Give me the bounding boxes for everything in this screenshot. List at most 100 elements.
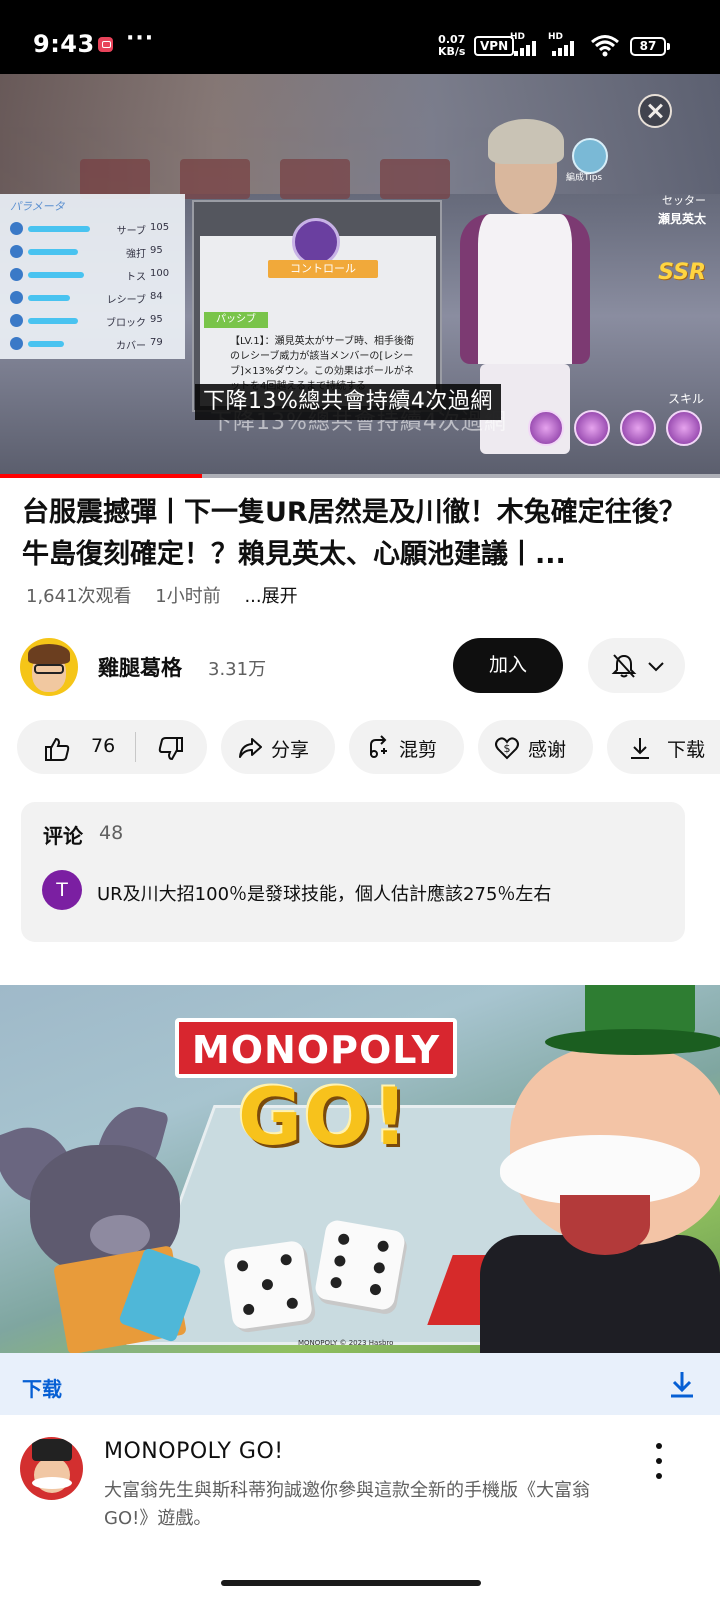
stat-icon xyxy=(10,222,23,235)
stat-row: ブロック 95 xyxy=(10,312,180,330)
tips-icon xyxy=(572,138,608,174)
download-icon xyxy=(671,1372,693,1398)
action-bar: 76 分享 混剪 $ 感谢 下载 xyxy=(0,718,720,776)
video-player[interactable]: パラメータ サーブ 105 強打 95 トス 100 レシーブ 84 ブロック 95 カバー 79 パ… xyxy=(0,74,720,478)
remix-icon xyxy=(370,735,387,758)
stat-bar xyxy=(28,249,78,255)
expand-description-link[interactable]: ...展开 xyxy=(244,586,297,607)
battery-icon: 87 xyxy=(630,37,670,56)
ad-banner-image[interactable]: MONOPOLY GO! MONOPOLY © 2023 Hasbro xyxy=(0,985,720,1353)
remix-label: 混剪 xyxy=(399,739,438,761)
skill-emblem-icon xyxy=(292,218,340,266)
status-bar: 9:43 ··· 0.07 KB/s VPN HD HD 87 xyxy=(0,0,720,74)
stat-row: カバー 79 xyxy=(10,335,180,353)
join-button[interactable]: 加入 xyxy=(453,638,563,693)
stat-name: 強打 xyxy=(126,249,146,260)
ad-advertiser-avatar[interactable] xyxy=(20,1437,83,1500)
video-details-sheet: 台服震撼彈丨下一隻UR居然是及川徹！木兔確定往後？牛島復刻確定！？賴見英太、心願… xyxy=(0,478,720,1600)
passive-tag: パッシブ xyxy=(204,312,268,328)
download-button[interactable]: 下载 xyxy=(607,720,720,774)
skill-orb-icon xyxy=(620,410,656,446)
like-count: 76 xyxy=(91,735,116,757)
like-divider xyxy=(135,732,136,762)
character-position: セッター xyxy=(662,194,706,207)
video-frame-close-icon xyxy=(638,94,672,128)
bell-off-icon xyxy=(611,654,637,678)
comments-header: 评论 xyxy=(43,824,83,848)
top-comment-text: UR及川大招100％是發球技能，個人估計應該275％左右 xyxy=(97,884,552,905)
ad-logo-go: GO! xyxy=(238,1073,410,1163)
character-name: 瀬見英太 xyxy=(657,212,706,226)
skill-label: スキル xyxy=(667,392,704,406)
home-indicator[interactable] xyxy=(221,1580,481,1586)
video-meta[interactable]: 1,641次观看 1小时前 ...展开 xyxy=(26,582,298,608)
stat-value: 95 xyxy=(150,314,163,325)
wifi-icon xyxy=(591,35,619,57)
ad-logo: MONOPOLY xyxy=(175,1018,457,1078)
comments-count: 48 xyxy=(99,822,124,844)
caption-text: 下降13%總共會持續4次過網 xyxy=(195,384,501,420)
thanks-label: 感谢 xyxy=(528,739,567,761)
chevron-down-icon xyxy=(648,662,664,672)
thanks-button[interactable]: $ 感谢 xyxy=(478,720,593,774)
stat-bar xyxy=(28,226,90,232)
stat-value: 100 xyxy=(150,268,170,279)
ad-dice xyxy=(313,1218,407,1312)
skill-ribbon: コントロール xyxy=(268,260,378,278)
download-label: 下载 xyxy=(667,739,706,761)
stat-name: カバー xyxy=(116,341,146,352)
thumbs-down-icon[interactable] xyxy=(157,735,185,763)
stat-value: 105 xyxy=(150,222,170,233)
share-button[interactable]: 分享 xyxy=(221,720,335,774)
skill-orb-icon xyxy=(574,410,610,446)
more-options-icon[interactable] xyxy=(650,1441,670,1481)
stat-icon xyxy=(10,314,23,327)
signal-icon-sim2: HD xyxy=(548,32,582,58)
comments-section[interactable]: 评论 48 T UR及川大招100％是發球技能，個人估計應該275％左右 xyxy=(21,802,685,942)
view-count: 1,641次观看 xyxy=(26,586,132,607)
ad-download-label: 下载 xyxy=(22,1377,62,1401)
subscriber-count: 3.31万 xyxy=(208,659,267,680)
rarity-badge: SSR xyxy=(658,260,706,285)
more-notifications-icon: ··· xyxy=(126,26,155,51)
ad-download-bar[interactable]: 下载 xyxy=(0,1353,720,1415)
stat-bar xyxy=(28,272,84,278)
ad-copyright: MONOPOLY © 2023 Hasbro xyxy=(298,1339,394,1347)
tips-label: 編成Tips xyxy=(566,173,603,183)
stat-value: 79 xyxy=(150,337,163,348)
stat-name: レシーブ xyxy=(106,295,146,306)
stat-row: レシーブ 84 xyxy=(10,289,180,307)
signal-icon-sim1: HD xyxy=(510,32,544,58)
skill-orb-icon xyxy=(528,410,564,446)
notification-settings-button[interactable] xyxy=(588,638,685,693)
stat-row: 強打 95 xyxy=(10,243,180,261)
vpn-icon: VPN xyxy=(474,36,515,56)
status-time: 9:43 xyxy=(33,30,95,58)
video-frame-stats-panel: パラメータ サーブ 105 強打 95 トス 100 レシーブ 84 ブロック 95 カバー 79 xyxy=(0,194,185,359)
ad-scottie-dog xyxy=(0,1098,220,1353)
ad-mascot-mouth xyxy=(560,1195,650,1255)
stat-bar xyxy=(28,318,78,324)
stat-row: サーブ 105 xyxy=(10,220,180,238)
ad-info-row[interactable]: MONOPOLY GO! 大富翁先生與斯科蒂狗誠邀你參與這款全新的手機版《大富翁… xyxy=(0,1415,720,1535)
ad-logo-text: MONOPOLY xyxy=(191,1028,441,1072)
video-frame-character-info: セッター 瀬見英太 SSR スキル xyxy=(600,184,720,406)
remix-button[interactable]: 混剪 xyxy=(349,720,464,774)
stat-row: トス 100 xyxy=(10,266,180,284)
svg-text:$: $ xyxy=(504,742,511,755)
thanks-heart-icon: $ xyxy=(495,737,519,760)
ad-title[interactable]: MONOPOLY GO! xyxy=(104,1439,284,1464)
skill-orb-icon xyxy=(666,410,702,446)
stat-name: トス xyxy=(126,272,146,283)
thumbs-up-icon[interactable] xyxy=(43,735,71,763)
stat-icon xyxy=(10,337,23,350)
channel-avatar[interactable] xyxy=(20,638,78,696)
stats-title: パラメータ xyxy=(10,200,65,213)
video-frame-skill-panel: パッシブ 【LV.1】：瀬見英太がサーブ時、相手後衛のレシーブ威力が該当メンバー… xyxy=(192,200,442,412)
like-dislike-button[interactable]: 76 xyxy=(17,720,207,774)
stat-value: 84 xyxy=(150,291,163,302)
channel-name[interactable]: 雞腿葛格 xyxy=(98,652,182,682)
video-title[interactable]: 台服震撼彈丨下一隻UR居然是及川徹！木兔確定往後？牛島復刻確定！？賴見英太、心願… xyxy=(22,492,702,576)
comment-author-avatar: T xyxy=(42,870,82,910)
stat-bar xyxy=(28,295,70,301)
